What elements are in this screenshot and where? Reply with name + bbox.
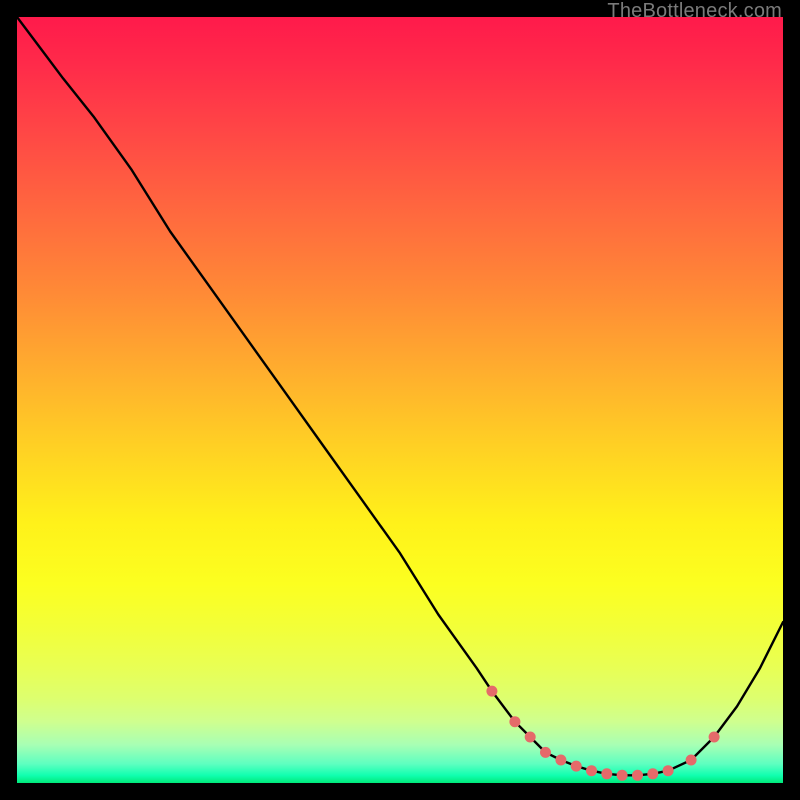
highlight-dot bbox=[632, 770, 643, 781]
chart-frame: TheBottleneck.com bbox=[0, 0, 800, 800]
highlight-dot bbox=[571, 761, 582, 772]
highlight-dot bbox=[709, 732, 720, 743]
highlight-dot bbox=[686, 755, 697, 766]
highlight-dot bbox=[509, 716, 520, 727]
highlight-dot bbox=[663, 765, 674, 776]
highlight-dot bbox=[647, 768, 658, 779]
highlight-dot bbox=[540, 747, 551, 758]
chart-plot-area bbox=[17, 17, 783, 783]
highlight-dot bbox=[486, 686, 497, 697]
highlight-dot bbox=[601, 768, 612, 779]
watermark-text: TheBottleneck.com bbox=[607, 0, 782, 23]
highlight-dot bbox=[617, 770, 628, 781]
highlight-dot bbox=[555, 755, 566, 766]
curve-line bbox=[17, 17, 783, 775]
highlight-dot bbox=[525, 732, 536, 743]
highlight-dots bbox=[486, 686, 719, 781]
highlight-dot bbox=[586, 765, 597, 776]
bottleneck-curve bbox=[17, 17, 783, 783]
